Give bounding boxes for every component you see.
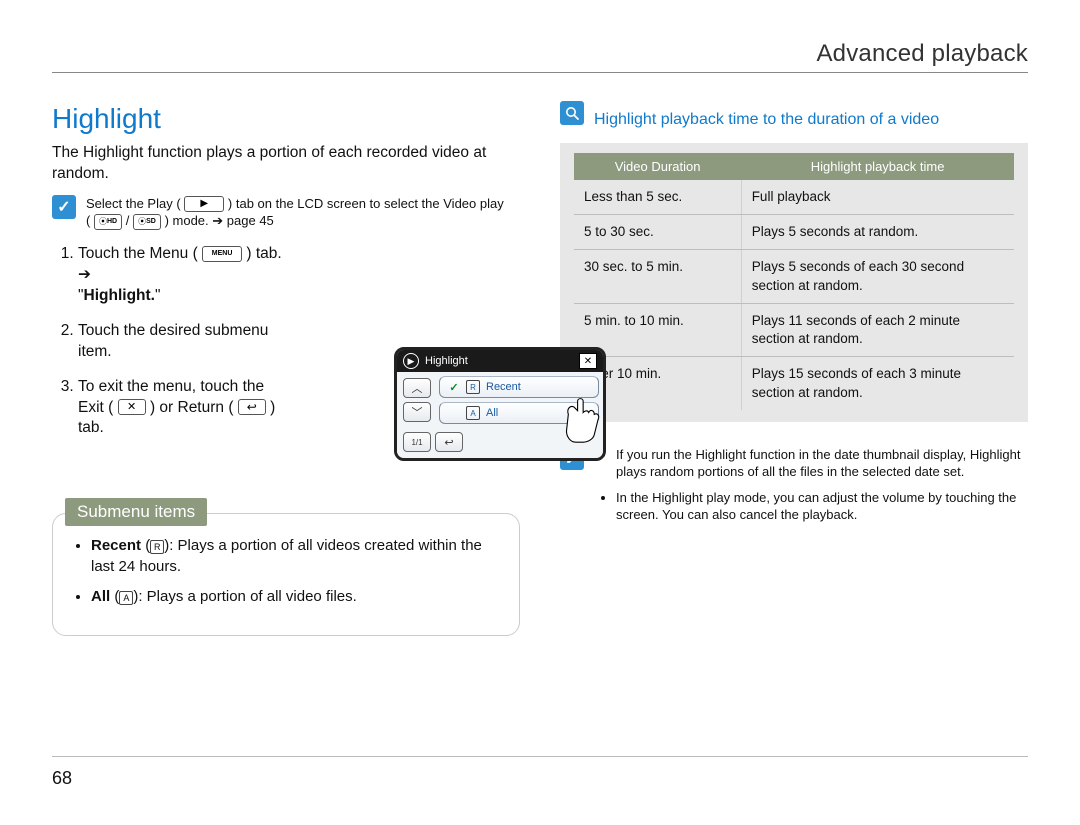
highlight-title-icon: ▶ (403, 353, 419, 369)
table-row: 5 min. to 10 min.Plays 11 seconds of eac… (574, 303, 1014, 356)
recent-badge-icon: R (466, 380, 480, 394)
t: " (155, 287, 161, 304)
duration-table: Video Duration Highlight playback time L… (574, 153, 1014, 410)
manual-page: Advanced playback Highlight The Highligh… (0, 0, 1080, 825)
hd-label: HD (107, 215, 117, 229)
table-row: Over 10 min.Plays 15 seconds of each 3 m… (574, 357, 1014, 410)
submenu-list: Recent (R): Plays a portion of all video… (71, 536, 501, 607)
submenu-items-box: Submenu items Recent (R): Plays a portio… (52, 513, 520, 636)
menu-tab-icon: MENU (202, 246, 242, 262)
t: Select the Play ( (86, 196, 181, 211)
mock-scroll-buttons: ︿ ﹀ (403, 378, 431, 422)
cell: Plays 11 seconds of each 2 minute sectio… (741, 303, 1014, 356)
columns: Highlight The Highlight function plays a… (52, 91, 1028, 636)
th-video-duration: Video Duration (574, 153, 741, 180)
right-title-row: Highlight playback time to the duration … (560, 101, 1028, 129)
submenu-items-tab: Submenu items (65, 498, 207, 526)
mock-return-button[interactable]: ↩ (435, 432, 463, 452)
mock-body: ︿ ﹀ 1/1 ↩ ✓ R Recent (397, 372, 603, 458)
t: ) mode. (165, 213, 213, 228)
spacer (448, 407, 460, 419)
t: ( (86, 213, 90, 228)
footer-rule (52, 756, 1028, 757)
t: / (126, 213, 133, 228)
t: : Plays a portion of all video files. (138, 588, 356, 605)
mock-scroll-up[interactable]: ︿ (403, 378, 431, 398)
sd-mode-icon: ⦿SD (133, 214, 161, 230)
touch-hand-icon (557, 394, 606, 444)
cell: Full playback (741, 180, 1014, 215)
note-item: If you run the Highlight function in the… (616, 446, 1028, 481)
t: ) tab on the LCD screen to select the Vi… (228, 196, 504, 211)
t: ) or Return ( (150, 399, 234, 416)
table-row: 30 sec. to 5 min.Plays 5 seconds of each… (574, 250, 1014, 303)
submenu-recent: Recent (R): Plays a portion of all video… (91, 536, 501, 577)
right-section-title: Highlight playback time to the duration … (594, 111, 939, 129)
page-number: 68 (52, 768, 72, 789)
cell: 30 sec. to 5 min. (574, 250, 741, 303)
mock-close-button[interactable]: ✕ (579, 353, 597, 369)
recent-badge-icon: R (150, 540, 164, 554)
page-header: Advanced playback (52, 40, 1028, 73)
arrow-icon: ➔ (212, 213, 223, 228)
mock-option-label: Recent (486, 381, 521, 393)
all-badge-icon: A (119, 591, 133, 605)
return-tab-icon (238, 399, 266, 415)
cell: Plays 5 seconds of each 30 second sectio… (741, 250, 1014, 303)
page-header-title: Advanced playback (816, 40, 1028, 67)
table-row: Less than 5 sec.Full playback (574, 180, 1014, 215)
section-title: Highlight (52, 103, 520, 135)
cell: 5 to 30 sec. (574, 215, 741, 250)
select-play-note-text: Select the Play ( ) tab on the LCD scree… (86, 195, 504, 230)
mock-bottom-buttons: 1/1 ↩ (403, 432, 463, 452)
mock-title: ▶ Highlight (403, 353, 468, 369)
arrow-icon: ➔ (78, 266, 91, 283)
mock-scroll-down[interactable]: ﹀ (403, 402, 431, 422)
hd-mode-icon: ⦿HD (94, 214, 122, 230)
mock-page-indicator: 1/1 (403, 432, 431, 452)
all-badge-icon: A (466, 406, 480, 420)
right-notes-list: If you run the Highlight function in the… (598, 446, 1028, 532)
section-lead: The Highlight function plays a portion o… (52, 143, 520, 185)
sd-label: SD (146, 215, 156, 229)
step-1: Touch the Menu ( MENU ) tab. ➔ "Highligh… (78, 244, 520, 307)
recent-label: Recent (91, 537, 141, 554)
mock-option-label: All (486, 407, 498, 419)
note-item: In the Highlight play mode, you can adju… (616, 489, 1028, 524)
highlight-bold: Highlight. (84, 287, 155, 304)
duration-table-wrap: Video Duration Highlight playback time L… (560, 143, 1028, 422)
table-row: 5 to 30 sec.Plays 5 seconds at random. (574, 215, 1014, 250)
th-highlight-time: Highlight playback time (741, 153, 1014, 180)
cell: Plays 5 seconds at random. (741, 215, 1014, 250)
page-ref: page 45 (227, 213, 274, 228)
select-play-note: Select the Play ( ) tab on the LCD scree… (52, 195, 520, 230)
all-label: All (91, 588, 110, 605)
t: ) tab. (246, 245, 281, 262)
magnifier-icon (560, 101, 584, 125)
right-notes: If you run the Highlight function in the… (560, 446, 1028, 532)
cell: Less than 5 sec. (574, 180, 741, 215)
mock-titlebar: ▶ Highlight ✕ (397, 350, 603, 372)
exit-tab-icon (118, 399, 146, 415)
play-tab-icon (184, 196, 224, 212)
right-column: Highlight playback time to the duration … (560, 91, 1028, 636)
submenu-all: All (A): Plays a portion of all video fi… (91, 587, 501, 607)
lcd-mock-screen: ▶ Highlight ✕ ︿ ﹀ 1/1 ↩ (394, 347, 606, 461)
left-column: Highlight The Highlight function plays a… (52, 91, 520, 636)
mock-title-text: Highlight (425, 355, 468, 367)
t: Touch the Menu ( (78, 245, 198, 262)
cell: Plays 15 seconds of each 3 minute sectio… (741, 357, 1014, 410)
menu-chip-label: MENU (212, 247, 233, 261)
checkmark-icon (52, 195, 76, 219)
check-icon: ✓ (448, 381, 460, 393)
